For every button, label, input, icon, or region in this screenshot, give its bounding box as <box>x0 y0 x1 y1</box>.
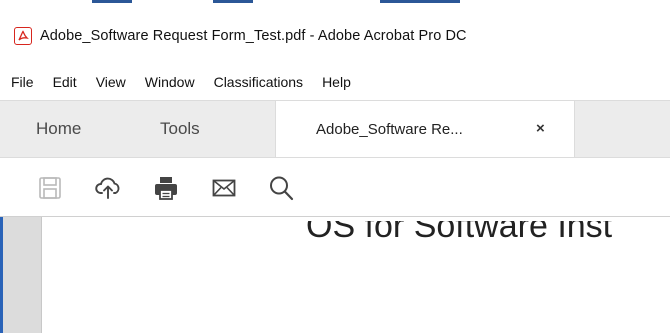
email-icon[interactable] <box>208 172 240 204</box>
document-text: OS for Software Inst <box>306 221 670 251</box>
acrobat-icon <box>14 26 32 45</box>
document-area[interactable]: OS for Software Inst <box>0 217 670 333</box>
cloud-upload-icon[interactable] <box>92 172 124 204</box>
menu-classifications[interactable]: Classifications <box>211 72 306 92</box>
document-visible-text: OS for Software Inst <box>306 221 613 245</box>
tab-home[interactable]: Home <box>36 119 81 139</box>
menu-view[interactable]: View <box>93 72 129 92</box>
window-top-strip <box>0 0 670 7</box>
close-tab-icon[interactable]: × <box>536 120 545 137</box>
toolbar <box>0 157 670 217</box>
save-icon[interactable] <box>34 172 66 204</box>
tab-bar: Home Tools Adobe_Software Re... × <box>0 100 670 158</box>
menu-edit[interactable]: Edit <box>50 72 80 92</box>
title-bar[interactable]: Adobe_Software Request Form_Test.pdf - A… <box>0 7 670 64</box>
search-icon[interactable] <box>265 172 297 204</box>
tab-document-label: Adobe_Software Re... <box>316 121 463 138</box>
menu-file[interactable]: File <box>8 72 37 92</box>
menu-help[interactable]: Help <box>319 72 354 92</box>
left-navigation-rail[interactable] <box>0 217 42 333</box>
menu-bar: File Edit View Window Classifications He… <box>0 64 670 100</box>
window-title: Adobe_Software Request Form_Test.pdf - A… <box>40 27 467 44</box>
menu-window[interactable]: Window <box>142 72 198 92</box>
print-icon[interactable] <box>150 172 182 204</box>
tab-document[interactable]: Adobe_Software Re... × <box>275 101 575 158</box>
tab-tools[interactable]: Tools <box>160 119 200 139</box>
